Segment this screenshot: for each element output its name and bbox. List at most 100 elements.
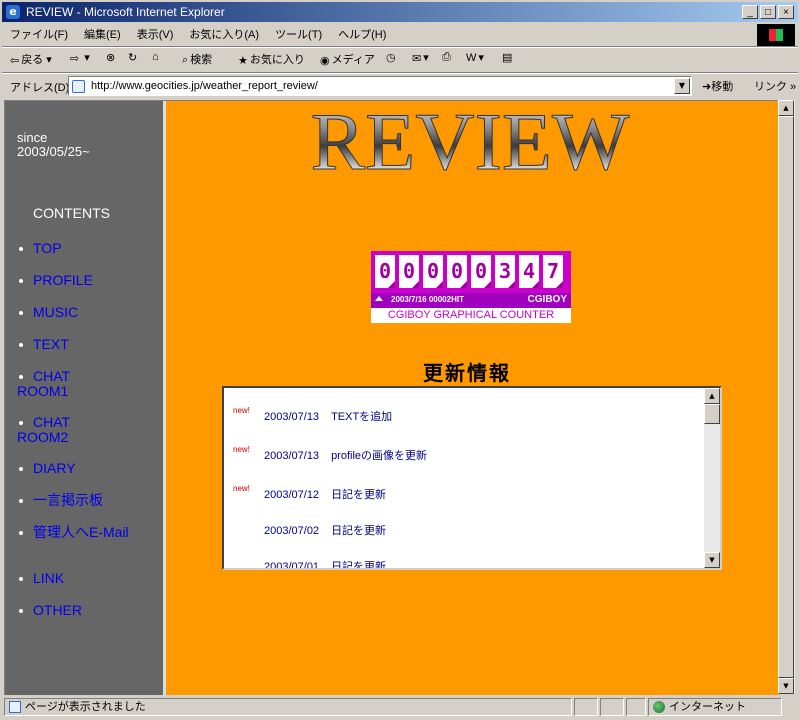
status-message: ページが表示されました [4, 698, 572, 716]
back-button[interactable]: ⇦ 戻る ▾ [10, 51, 52, 67]
go-arrow-icon: ➜ [702, 81, 712, 93]
mail-icon: ✉ [412, 52, 422, 65]
counter-caption[interactable]: CGIBOY GRAPHICAL COUNTER [371, 308, 571, 323]
counter-digit: 3 [495, 255, 515, 288]
status-cell-lock [600, 698, 624, 716]
updates-scrollbar[interactable]: ▲ ▼ [704, 388, 720, 568]
counter-digit: 7 [543, 255, 563, 288]
bullet-icon [19, 421, 23, 426]
title-bar: e REVIEW - Microsoft Internet Explorer _… [2, 2, 798, 22]
since-text: since 2003/05/25~ [17, 130, 90, 159]
update-item: 2003/07/02 日記を更新 [264, 525, 387, 537]
maximize-button[interactable]: □ [760, 5, 776, 19]
update-item: 2003/07/13 TEXTを追加 [264, 411, 393, 423]
nav-link-bbs[interactable]: 一言掲示板 [19, 493, 103, 508]
links-button[interactable]: リンク » [754, 78, 796, 94]
counter-digit: 4 [519, 255, 539, 288]
nav-link-diary[interactable]: DIARY [19, 461, 76, 476]
print-button[interactable]: ⎙ [442, 51, 453, 64]
bullet-icon [19, 279, 23, 284]
menu-favorites[interactable]: お気に入り(A) [181, 24, 267, 42]
browser-window: e REVIEW - Microsoft Internet Explorer _… [0, 0, 800, 720]
counter-brand: CGIBOY [527, 294, 567, 305]
access-counter: 0 0 0 0 0 3 4 7 2003/7/16 00002HIT CGIBO… [371, 251, 571, 323]
nav-link-other[interactable]: OTHER [19, 603, 82, 618]
counter-digit: 0 [423, 255, 443, 288]
counter-digit: 0 [375, 255, 395, 288]
menu-help[interactable]: ヘルプ(H) [330, 24, 394, 42]
forward-button[interactable]: ⇨ ▾ [70, 51, 90, 65]
menu-bar: ファイル(F) 編集(E) 表示(V) お気に入り(A) ツール(T) ヘルプ(H) [2, 24, 752, 44]
media-button[interactable]: ◉ メディア [320, 51, 375, 67]
forward-arrow-icon: ⇨ [70, 52, 80, 65]
window-title: REVIEW - Microsoft Internet Explorer [26, 5, 225, 19]
nav-link-chat-room2[interactable]: CHAT ROOM2 [17, 415, 70, 445]
counter-digit: 0 [447, 255, 467, 288]
close-button[interactable]: × [778, 5, 794, 19]
counter-digit: 0 [471, 255, 491, 288]
page-scroll-thumb[interactable] [778, 116, 794, 678]
bullet-icon [19, 577, 23, 582]
scroll-thumb[interactable] [704, 404, 720, 424]
favorites-icon: ★ [238, 54, 248, 67]
discuss-button[interactable]: ▤ [502, 51, 514, 64]
menu-edit[interactable]: 編集(E) [76, 24, 129, 42]
mail-button[interactable]: ✉ ▾ [412, 51, 429, 65]
page-scroll-down-button[interactable]: ▼ [778, 678, 794, 694]
updates-list[interactable]: new! 2003/07/13 TEXTを追加 new! 2003/07/13 pr… [222, 386, 722, 570]
edit-button[interactable]: W ▾ [466, 51, 484, 64]
nav-link-chat-room1[interactable]: CHAT ROOM1 [17, 369, 70, 399]
triangle-icon [375, 296, 383, 301]
menu-file[interactable]: ファイル(F) [2, 24, 76, 42]
globe-icon [653, 701, 665, 713]
bullet-icon [19, 467, 23, 472]
back-arrow-icon: ⇦ [10, 54, 20, 67]
menu-view[interactable]: 表示(V) [129, 24, 182, 42]
bullet-icon [19, 343, 23, 348]
discuss-icon: ▤ [502, 52, 513, 64]
media-icon: ◉ [320, 54, 330, 67]
bullet-icon [19, 531, 23, 536]
bullet-icon [19, 375, 23, 380]
status-zone: インターネット [648, 698, 782, 716]
scroll-up-button[interactable]: ▲ [704, 388, 720, 404]
history-button[interactable]: ◷ [386, 51, 398, 64]
page-scroll-up-button[interactable]: ▲ [778, 100, 794, 116]
stop-button[interactable]: ⊗ [106, 51, 117, 64]
counter-info-strip: 2003/7/16 00002HIT CGIBOY [371, 293, 571, 308]
address-input[interactable]: http://www.geocities.jp/weather_report_r… [68, 76, 692, 96]
nav-link-email[interactable]: 管理人へE-Mail [19, 525, 129, 540]
favorites-button[interactable]: ★ お気に入り [238, 51, 305, 67]
nav-link-profile[interactable]: PROFILE [19, 273, 93, 288]
new-badge: new! [233, 406, 250, 415]
nav-link-music[interactable]: MUSIC [19, 305, 78, 320]
page-viewport: since 2003/05/25~ CONTENTS TOP PROFILE M… [4, 100, 779, 695]
nav-link-text[interactable]: TEXT [19, 337, 69, 352]
address-bar: アドレス(D) http://www.geocities.jp/weather_… [2, 74, 798, 98]
address-label: アドレス(D) [10, 82, 70, 94]
status-cell-extra [626, 698, 646, 716]
address-url[interactable]: http://www.geocities.jp/weather_report_r… [91, 80, 318, 92]
nav-link-top[interactable]: TOP [19, 241, 62, 256]
refresh-icon: ↻ [128, 52, 138, 64]
search-button[interactable]: ⌕ 検索 [182, 51, 212, 67]
scroll-down-button[interactable]: ▼ [704, 552, 720, 568]
page-icon [72, 80, 85, 93]
home-button[interactable]: ⌂ [152, 51, 161, 63]
go-button[interactable]: ➜移動 [702, 78, 733, 94]
new-badge: new! [233, 484, 250, 493]
stop-icon: ⊗ [106, 52, 116, 64]
minimize-button[interactable]: _ [742, 5, 758, 19]
word-icon: W [466, 52, 477, 65]
bullet-icon [19, 247, 23, 252]
new-badge: new! [233, 445, 250, 454]
updates-heading: 更新情報 [423, 361, 511, 385]
refresh-button[interactable]: ↻ [128, 51, 139, 64]
menu-tools[interactable]: ツール(T) [267, 24, 330, 42]
contents-heading: CONTENTS [33, 205, 110, 221]
address-dropdown-button[interactable]: ▼ [674, 78, 690, 94]
home-icon: ⌂ [152, 51, 159, 64]
page-scrollbar[interactable]: ▲ ▼ [778, 100, 795, 694]
counter-digits: 0 0 0 0 0 3 4 7 [371, 251, 571, 293]
nav-link-link[interactable]: LINK [19, 571, 64, 586]
